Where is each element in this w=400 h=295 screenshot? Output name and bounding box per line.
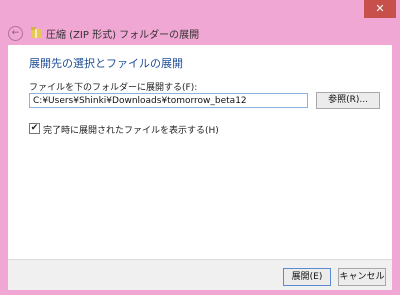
extract-button[interactable]: 展開(E) (283, 268, 331, 286)
browse-button[interactable]: 参照(R)... (316, 92, 380, 109)
page-title: 展開先の選択とファイルの展開 (29, 57, 183, 70)
cancel-button[interactable]: キャンセル (338, 268, 386, 286)
titlebar: ← 圧縮 (ZIP 形式) フォルダーの展開 (0, 18, 400, 46)
destination-label: ファイルを下のフォルダーに展開する(F): (29, 83, 198, 93)
back-button[interactable]: ← (8, 26, 23, 41)
show-files-label[interactable]: 完了時に展開されたファイルを表示する(H) (43, 123, 219, 136)
dialog-content: 展開先の選択とファイルの展開 ファイルを下のフォルダーに展開する(F): C:¥… (8, 45, 392, 259)
window-title: 圧縮 (ZIP 形式) フォルダーの展開 (46, 30, 200, 41)
destination-path-input[interactable]: C:¥Users¥Shinki¥Downloads¥tomorrow_beta1… (29, 93, 308, 108)
extract-dialog: ✕ ← 圧縮 (ZIP 形式) フォルダーの展開 展開先の選択とファイルの展開 … (0, 0, 400, 295)
zip-folder-icon (31, 27, 41, 38)
show-files-checkbox[interactable]: ✔ (29, 123, 40, 134)
close-button[interactable]: ✕ (364, 0, 396, 18)
button-bar: 展開(E) キャンセル (8, 259, 392, 290)
